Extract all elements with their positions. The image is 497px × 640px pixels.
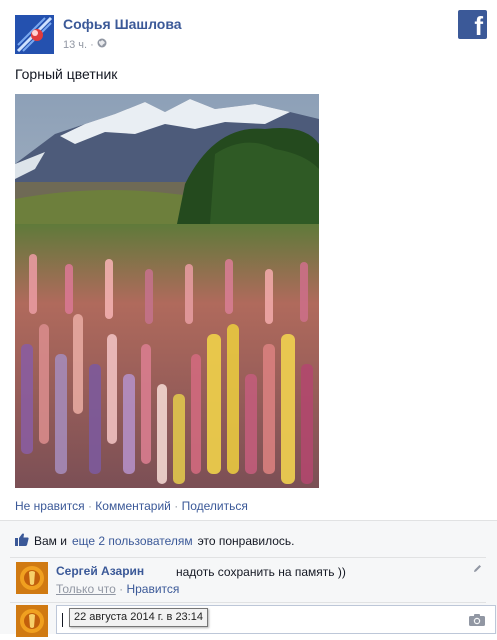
text-cursor bbox=[62, 613, 63, 627]
comment-text: надоть сохранить на память )) bbox=[176, 565, 346, 579]
likes-prefix: Вам и bbox=[34, 534, 67, 548]
facebook-logo-icon[interactable]: f bbox=[458, 10, 487, 41]
current-user-avatar bbox=[16, 605, 48, 637]
comment-input[interactable]: 22 августа 2014 г. в 23:14 bbox=[56, 605, 496, 634]
thumbs-up-icon bbox=[15, 533, 29, 549]
globe-icon[interactable] bbox=[97, 38, 107, 51]
post-actions: Не нравится · Комментарий · Поделиться bbox=[15, 499, 248, 513]
post-text: Горный цветник bbox=[15, 66, 118, 82]
likes-summary: Вам и еще 2 пользователям это понравилос… bbox=[15, 533, 295, 549]
likes-others-link[interactable]: еще 2 пользователям bbox=[72, 534, 193, 548]
author-avatar[interactable] bbox=[15, 15, 54, 54]
actions-dot: · bbox=[174, 499, 182, 513]
feed-post: Софья Шашлова 13 ч. · f Горный цветник Н… bbox=[0, 0, 497, 637]
divider bbox=[10, 557, 486, 558]
commenter-name[interactable]: Сергей Азарин bbox=[56, 564, 144, 578]
likes-suffix: это понравилось. bbox=[197, 534, 295, 548]
comment-item: Сергей Азарин надоть сохранить на память… bbox=[10, 561, 486, 601]
post-meta: 13 ч. · bbox=[63, 38, 107, 51]
comment-meta: Только что · Нравится bbox=[56, 582, 179, 596]
facebook-logo-letter: f bbox=[474, 11, 483, 41]
post-photo[interactable] bbox=[15, 94, 319, 488]
comment-link[interactable]: Комментарий bbox=[95, 499, 171, 513]
camera-icon[interactable] bbox=[469, 613, 485, 629]
reply-composer: 22 августа 2014 г. в 23:14 bbox=[10, 605, 496, 637]
author-name[interactable]: Софья Шашлова bbox=[63, 16, 182, 32]
feedback-section: Вам и еще 2 пользователям это понравилос… bbox=[0, 520, 497, 637]
unlike-link[interactable]: Не нравится bbox=[15, 499, 85, 513]
timestamp-tooltip: 22 августа 2014 г. в 23:14 bbox=[69, 608, 208, 627]
comment-like-link[interactable]: Нравится bbox=[126, 582, 179, 596]
comment-time[interactable]: Только что bbox=[56, 582, 116, 596]
divider bbox=[10, 602, 486, 603]
post-time[interactable]: 13 ч. bbox=[63, 39, 87, 51]
commenter-avatar[interactable] bbox=[16, 562, 48, 594]
share-link[interactable]: Поделиться bbox=[182, 499, 248, 513]
meta-dot: · bbox=[90, 38, 94, 51]
edit-pencil-icon[interactable] bbox=[473, 564, 482, 576]
